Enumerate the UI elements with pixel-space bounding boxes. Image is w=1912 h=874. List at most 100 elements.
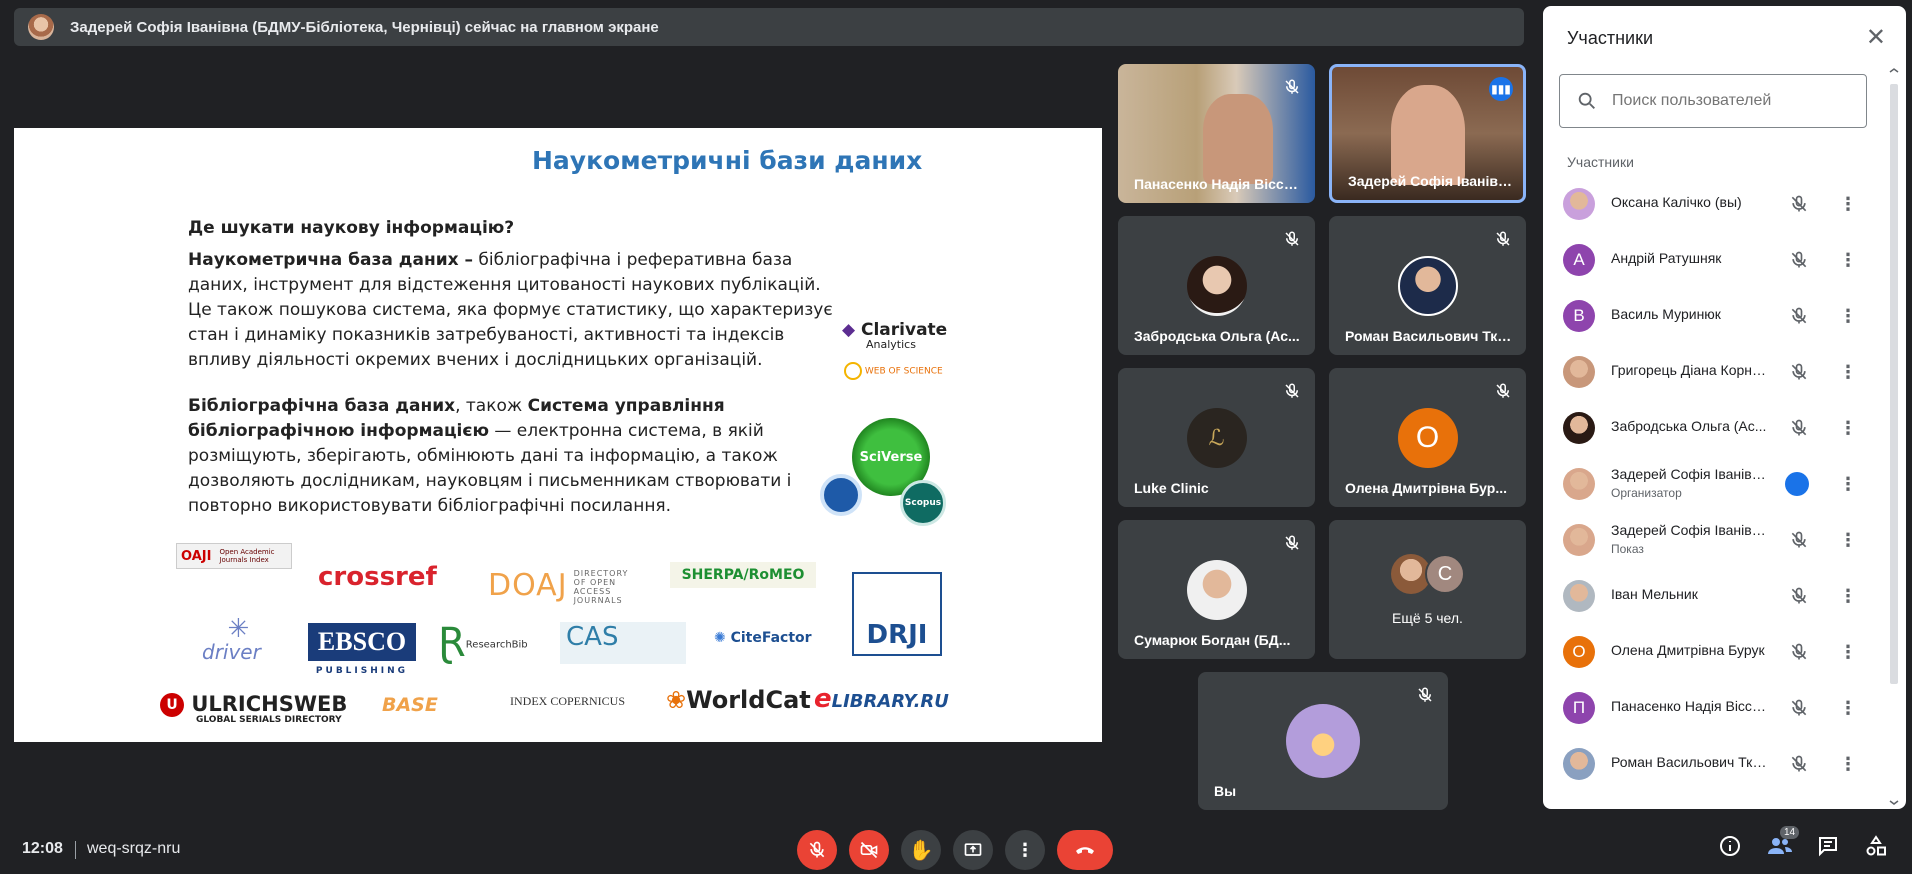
panel-title: Участники bbox=[1567, 28, 1653, 48]
worldcat-text: WorldCat bbox=[686, 686, 811, 714]
participant-row[interactable]: Задерей Софія Іванівн... Организатор ⋮ bbox=[1543, 456, 1883, 512]
participant-name: Оксана Калічко (вы) bbox=[1611, 194, 1742, 210]
researchbib-logo: ⱤResearchBib bbox=[438, 620, 528, 666]
mic-off-icon[interactable] bbox=[1789, 306, 1809, 326]
tile-name: Сумарюк Богдан (БД... bbox=[1134, 632, 1291, 648]
search-box[interactable] bbox=[1559, 74, 1867, 128]
participant-avatar bbox=[1563, 412, 1595, 444]
close-icon[interactable]: ✕ bbox=[1866, 26, 1886, 50]
participant-row[interactable]: Задерей Софія Іванівн... Показ ⋮ bbox=[1543, 512, 1883, 568]
oaji-text: OAJI bbox=[181, 548, 212, 564]
more-vert-icon[interactable]: ⋮ bbox=[1839, 528, 1857, 552]
participant-avatar bbox=[1186, 256, 1247, 316]
oaji-sub: Open Academic Journals Index bbox=[219, 548, 275, 564]
more-vert-icon[interactable]: ⋮ bbox=[1839, 696, 1857, 720]
video-tile-self[interactable]: Вы bbox=[1198, 672, 1448, 810]
more-participants-label: Ещё 5 чел. bbox=[1392, 610, 1463, 626]
participant-name: Забродська Ольга (Ас... bbox=[1611, 418, 1767, 434]
video-tile-1[interactable]: Панасенко Надія Віссар... bbox=[1118, 64, 1315, 203]
presenter-avatar bbox=[28, 14, 54, 40]
mic-off-icon[interactable] bbox=[1789, 698, 1809, 718]
participant-role: Организатор bbox=[1611, 486, 1682, 500]
scrollbar[interactable] bbox=[1888, 68, 1900, 808]
mic-toggle-button[interactable] bbox=[797, 830, 837, 870]
video-tile-7[interactable]: Сумарюк Богдан (БД... bbox=[1118, 520, 1315, 659]
search-input[interactable] bbox=[1610, 91, 1854, 111]
participant-row[interactable]: Роман Васильович Ткач... ⋮ bbox=[1543, 736, 1883, 792]
participant-row[interactable]: Григорець Діана Корне... ⋮ bbox=[1543, 344, 1883, 400]
p3-mid: , також bbox=[455, 396, 528, 416]
mic-off-icon[interactable] bbox=[1789, 642, 1809, 662]
chat-button[interactable] bbox=[1814, 832, 1842, 860]
video-tile-5[interactable]: ℒ Luke Clinic bbox=[1118, 368, 1315, 507]
more-vert-icon[interactable]: ⋮ bbox=[1839, 192, 1857, 216]
participant-avatar bbox=[1563, 188, 1595, 220]
drji-logo: DRJI bbox=[852, 572, 942, 656]
citefactor-logo: ✺ CiteFactor bbox=[714, 630, 812, 646]
search-icon bbox=[1578, 92, 1595, 109]
driver-text: driver bbox=[202, 640, 261, 664]
participant-row[interactable]: Забродська Ольга (Ас... ⋮ bbox=[1543, 400, 1883, 456]
leave-call-button[interactable] bbox=[1057, 830, 1113, 870]
more-vert-icon[interactable]: ⋮ bbox=[1839, 304, 1857, 328]
participant-avatar bbox=[1186, 560, 1247, 620]
present-button[interactable] bbox=[953, 830, 993, 870]
tile-name: Задерей Софія Іванівна... bbox=[1348, 173, 1518, 189]
video-tile-2-active[interactable]: ▮▮▮ Задерей Софія Іванівна... bbox=[1329, 64, 1526, 203]
activities-button[interactable] bbox=[1862, 832, 1890, 860]
info-icon bbox=[1720, 836, 1740, 856]
participant-row[interactable]: П Панасенко Надія Віссa... ⋮ bbox=[1543, 680, 1883, 736]
doaj-sub: DIRECTORY OF OPEN ACCESS JOURNALS bbox=[573, 568, 629, 605]
clarivate-logo: ◆ Clarivate Analytics bbox=[842, 320, 948, 351]
raise-hand-button[interactable]: ✋ bbox=[901, 830, 941, 870]
bottom-bar: 12:08 weq-srqz-nru ✋ ⋮ 14 bbox=[0, 818, 1912, 874]
mic-off-icon[interactable] bbox=[1789, 586, 1809, 606]
participant-name: Панасенко Надія Віссa... bbox=[1611, 698, 1771, 714]
mic-off-icon[interactable] bbox=[1789, 418, 1809, 438]
video-tile-3[interactable]: Забродська Ольга (Ас... bbox=[1118, 216, 1315, 355]
mic-off-icon[interactable] bbox=[1789, 194, 1809, 214]
present-screen-icon bbox=[964, 843, 982, 856]
participant-row[interactable]: Оксана Калічко (вы) ⋮ bbox=[1543, 176, 1883, 232]
mic-off-icon[interactable] bbox=[1789, 530, 1809, 550]
participant-row[interactable]: А Андрій Ратушняк ⋮ bbox=[1543, 232, 1883, 288]
scopus-circle-small bbox=[820, 474, 862, 516]
mic-off-icon bbox=[1496, 383, 1510, 398]
slide-question: Де шукати наукову інформацію? bbox=[188, 218, 515, 238]
mic-off-icon[interactable] bbox=[1789, 362, 1809, 382]
more-vert-icon[interactable]: ⋮ bbox=[1839, 360, 1857, 384]
mic-off-icon[interactable] bbox=[1789, 754, 1809, 774]
clarivate-text: Clarivate bbox=[861, 320, 948, 340]
camera-toggle-button[interactable] bbox=[849, 830, 889, 870]
meeting-details-button[interactable] bbox=[1716, 832, 1744, 860]
participant-avatar bbox=[1397, 256, 1458, 316]
more-options-button[interactable]: ⋮ bbox=[1005, 830, 1045, 870]
more-vert-icon[interactable]: ⋮ bbox=[1839, 752, 1857, 776]
participant-row[interactable]: О Олена Дмитрівна Бурук ⋮ bbox=[1543, 624, 1883, 680]
mic-off-icon[interactable] bbox=[1789, 250, 1809, 270]
more-vert-icon[interactable]: ⋮ bbox=[1839, 248, 1857, 272]
mic-off-icon bbox=[809, 841, 825, 858]
hand-icon: ✋ bbox=[908, 839, 934, 862]
video-tile-6[interactable]: О Олена Дмитрівна Бур... bbox=[1329, 368, 1526, 507]
meeting-code: weq-srqz-nru bbox=[87, 840, 181, 857]
ulrich-sub: GLOBAL SERIALS DIRECTORY bbox=[196, 715, 342, 725]
more-vert-icon[interactable]: ⋮ bbox=[1839, 640, 1857, 664]
more-vert-icon[interactable]: ⋮ bbox=[1839, 472, 1857, 496]
camera-off-icon bbox=[860, 841, 878, 859]
base-logo: BASE bbox=[382, 694, 438, 716]
participant-row[interactable]: В Василь Муринюк ⋮ bbox=[1543, 288, 1883, 344]
participants-button[interactable]: 14 bbox=[1766, 826, 1800, 860]
video-tile-4[interactable]: Роман Васильович Тка... bbox=[1329, 216, 1526, 355]
more-vert-icon[interactable]: ⋮ bbox=[1839, 416, 1857, 440]
participant-row[interactable]: Іван Мельник ⋮ bbox=[1543, 568, 1883, 624]
ulrich-text: ULRICHSWEB bbox=[191, 692, 348, 716]
sherpa-logo: SHERPA/RoMEO bbox=[670, 562, 816, 588]
video-tile-more[interactable]: С Ещё 5 чел. bbox=[1329, 520, 1526, 659]
participant-name: Василь Муринюк bbox=[1611, 306, 1721, 322]
shared-screen-slide: Наукометричні бази даних Де шукати науко… bbox=[14, 128, 1102, 742]
slide-paragraph-2: Це також пошукова система, яка формує ст… bbox=[188, 300, 833, 370]
participant-avatar bbox=[1563, 748, 1595, 780]
chat-icon bbox=[1819, 837, 1837, 857]
more-vert-icon[interactable]: ⋮ bbox=[1839, 584, 1857, 608]
